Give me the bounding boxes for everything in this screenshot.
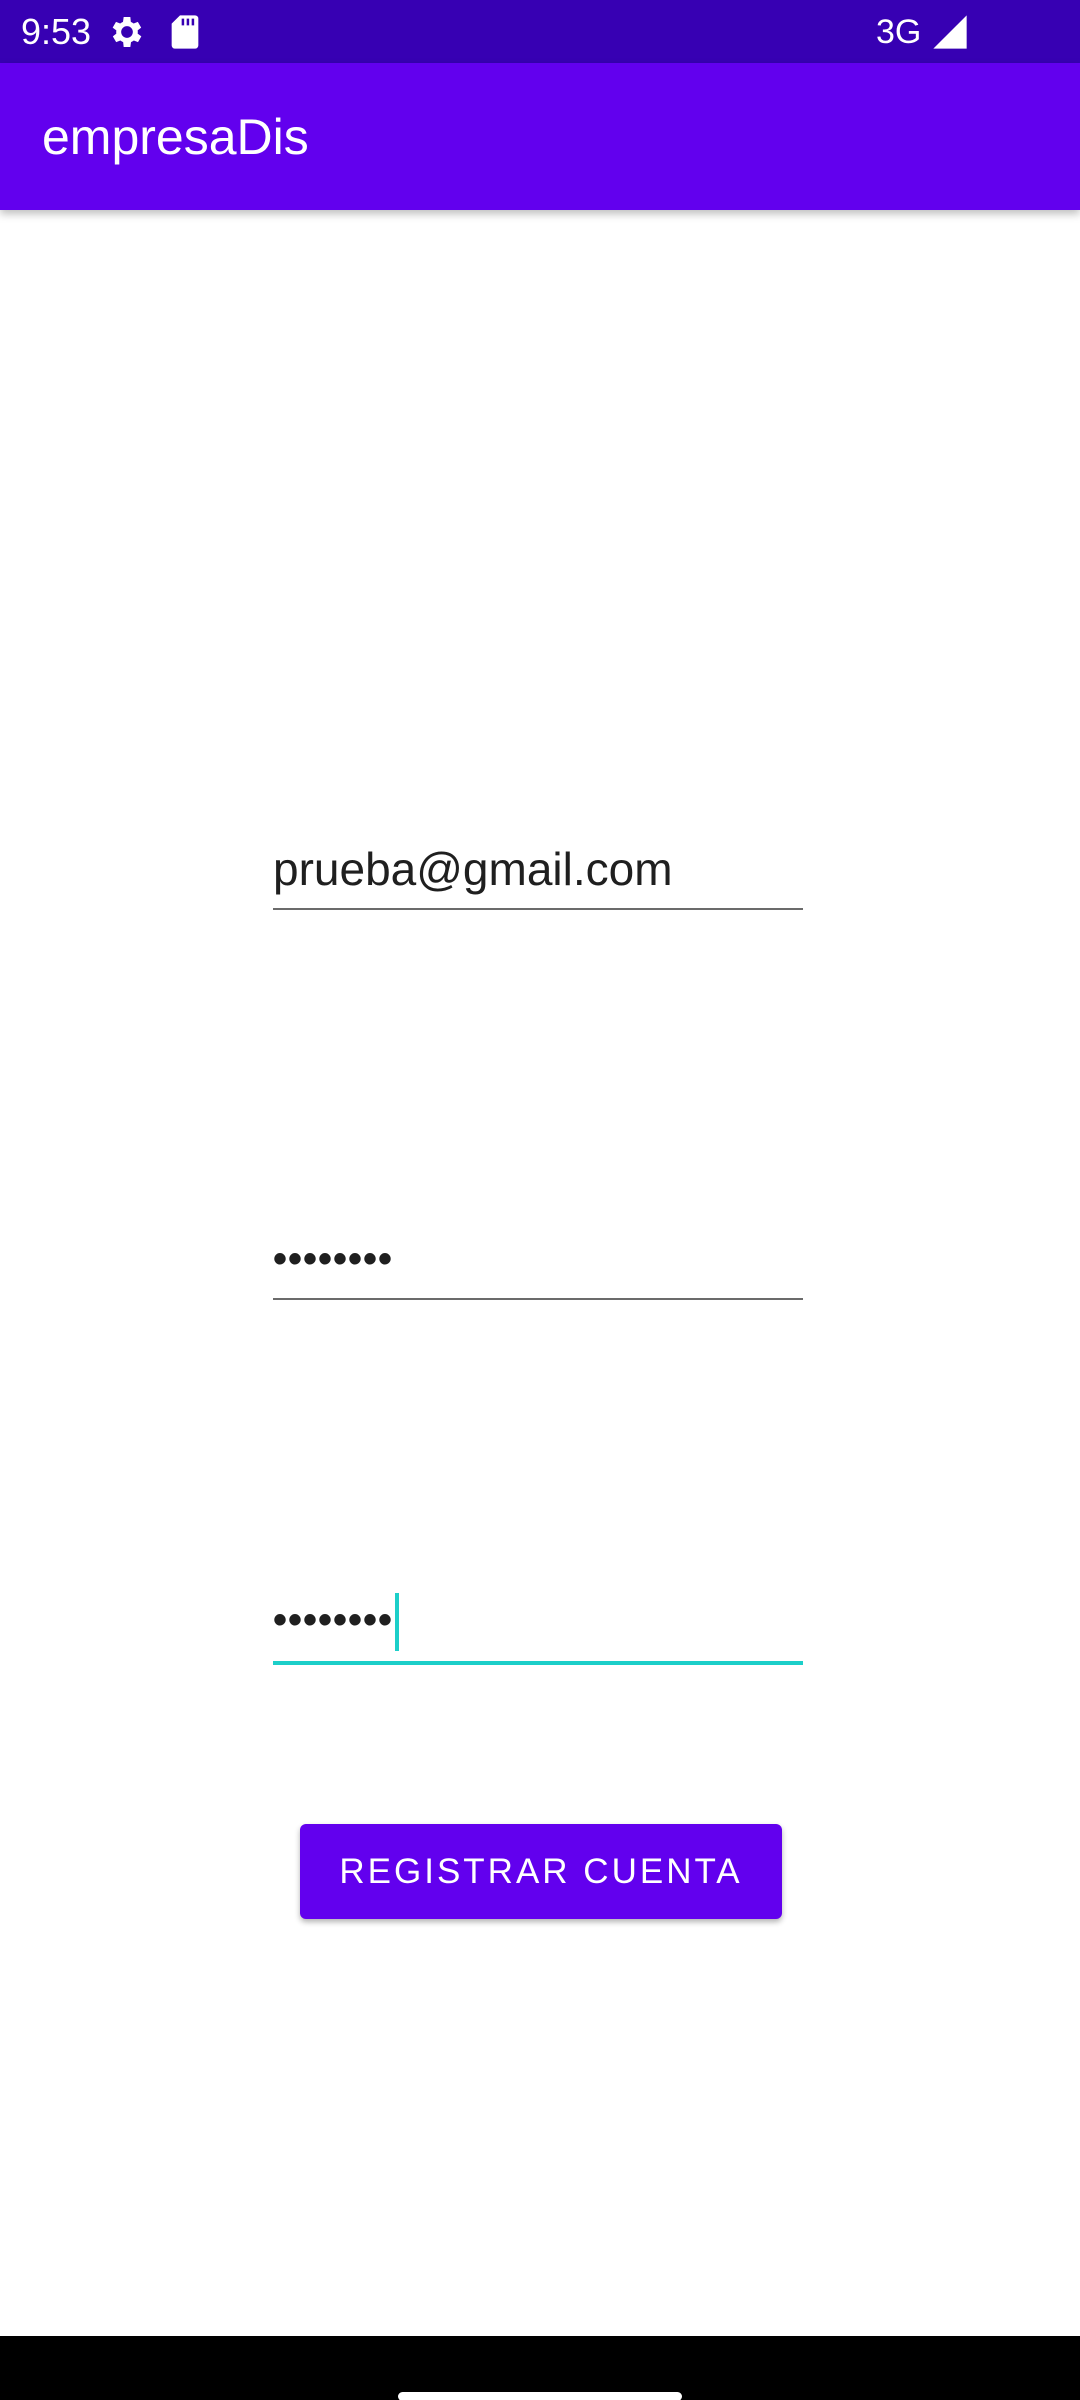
signal-icon — [930, 12, 970, 52]
confirm-password-value: •••••••• — [273, 1597, 394, 1642]
status-bar: 9:53 3G — [0, 0, 1080, 63]
confirm-password-field[interactable]: •••••••• — [273, 1575, 803, 1665]
app-bar: empresaDis — [0, 63, 1080, 210]
gear-icon — [107, 12, 147, 52]
app-title: empresaDis — [42, 109, 309, 165]
email-value: prueba@gmail.com — [273, 843, 673, 895]
navigation-bar — [0, 2336, 1080, 2400]
register-account-button[interactable]: REGISTRAR CUENTA — [300, 1824, 782, 1919]
status-time: 9:53 — [21, 11, 92, 52]
email-field[interactable]: prueba@gmail.com — [273, 820, 803, 910]
password-underline — [273, 1298, 803, 1300]
text-cursor — [395, 1593, 400, 1651]
register-screen: 9:53 3G empresaDis prueba@gmail.com ••••… — [0, 0, 1080, 2400]
password-field[interactable]: •••••••• — [273, 1210, 803, 1300]
confirm-password-underline — [273, 1661, 803, 1665]
sd-card-icon — [165, 12, 205, 52]
password-value: •••••••• — [273, 1237, 394, 1281]
email-underline — [273, 908, 803, 910]
home-gesture-handle[interactable] — [398, 2392, 682, 2400]
confirm-password-text: •••••••• — [273, 1593, 400, 1651]
network-type: 3G — [876, 13, 922, 51]
